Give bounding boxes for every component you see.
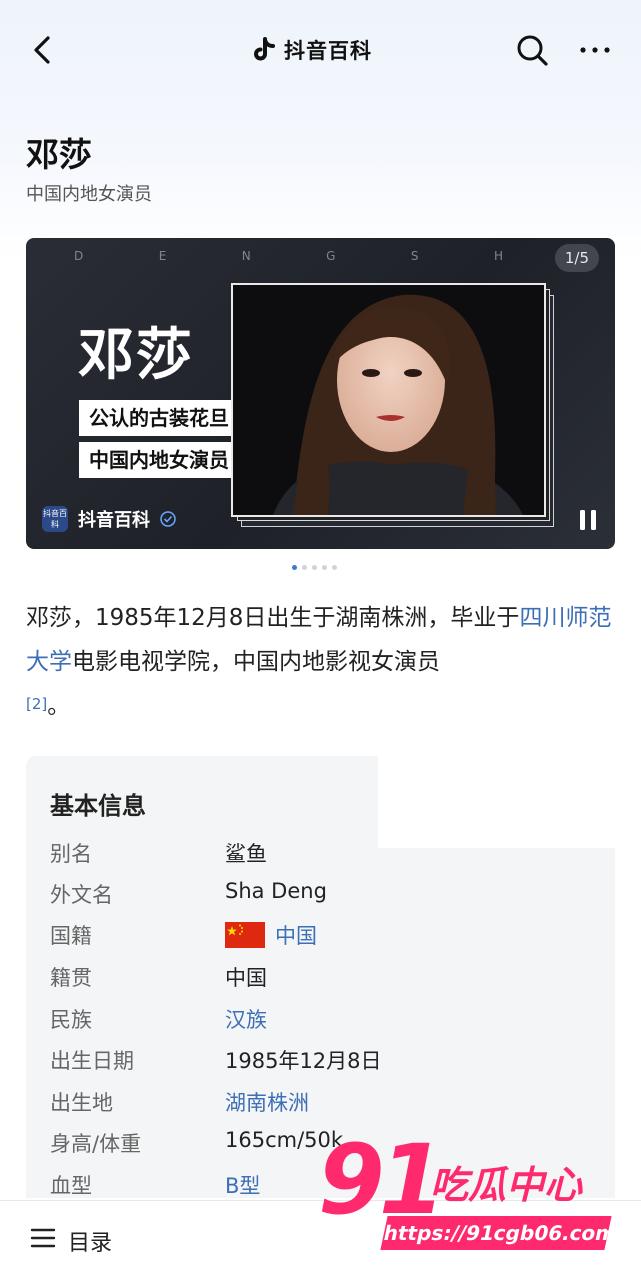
watermark-url: https://91cgb06.com bbox=[380, 1216, 619, 1250]
menu-icon[interactable] bbox=[30, 1227, 56, 1249]
info-key: 别名 bbox=[50, 842, 92, 866]
info-key: 外文名 bbox=[50, 883, 113, 907]
banner-letter: G bbox=[326, 249, 337, 263]
info-row: 国籍 中国 bbox=[50, 920, 610, 956]
brand-name: 抖音百科 bbox=[284, 39, 372, 63]
banner-letter: E bbox=[158, 249, 168, 263]
info-row: 籍贯 中国 bbox=[50, 962, 610, 998]
nationality-link[interactable]: 中国 bbox=[275, 920, 317, 950]
toc-button[interactable]: 目录 bbox=[68, 1225, 112, 1257]
top-nav-bar: 抖音百科 bbox=[0, 0, 641, 100]
info-row: 出生地 湖南株洲 bbox=[50, 1087, 610, 1123]
ethnicity-link[interactable]: 汉族 bbox=[225, 1004, 267, 1034]
intro-text-end: 。 bbox=[47, 693, 71, 719]
search-icon[interactable] bbox=[512, 30, 552, 70]
baike-logo-icon: 抖音百科 bbox=[42, 506, 68, 532]
watermark: 91 吃瓜中心 https://91cgb06.com bbox=[318, 1124, 619, 1252]
portrait-illustration bbox=[233, 285, 544, 515]
carousel-dot-active bbox=[292, 565, 297, 570]
banner-source-label: 抖音百科 bbox=[78, 510, 150, 531]
info-key: 身高/体重 bbox=[50, 1132, 142, 1156]
banner-letter: S bbox=[410, 249, 420, 263]
carousel-indicator bbox=[292, 565, 337, 570]
verified-icon bbox=[160, 511, 176, 527]
info-key: 出生日期 bbox=[50, 1049, 134, 1073]
carousel-dot bbox=[322, 565, 327, 570]
banner-letter: D bbox=[74, 249, 85, 263]
info-box-title: 基本信息 bbox=[50, 791, 146, 820]
carousel-dot bbox=[312, 565, 317, 570]
banner-name: 邓莎 bbox=[78, 322, 194, 388]
carousel-dot bbox=[302, 565, 307, 570]
page-title: 邓莎 bbox=[26, 135, 92, 174]
pause-icon[interactable] bbox=[576, 508, 600, 532]
banner-letter: N bbox=[241, 249, 252, 263]
info-value: 鲨鱼 bbox=[225, 842, 267, 866]
china-flag-icon bbox=[225, 922, 265, 948]
banner-letter: H bbox=[493, 249, 504, 263]
info-key: 籍贯 bbox=[50, 966, 92, 990]
banner-letters: D E N G S H bbox=[74, 249, 504, 263]
douyin-logo-icon bbox=[254, 37, 275, 61]
back-arrow-icon[interactable] bbox=[24, 30, 60, 70]
info-key: 出生地 bbox=[50, 1091, 113, 1115]
watermark-text: 吃瓜中心 bbox=[430, 1163, 583, 1207]
carousel-counter: 1/5 bbox=[554, 244, 599, 272]
info-value-link[interactable]: 中国 bbox=[225, 920, 317, 950]
info-key: 民族 bbox=[50, 1008, 92, 1032]
reference-link[interactable]: [2] bbox=[26, 695, 47, 713]
info-key: 国籍 bbox=[50, 924, 92, 948]
banner-tag: 中国内地女演员 bbox=[79, 442, 239, 478]
brand-title: 抖音百科 bbox=[252, 32, 372, 68]
banner-tag: 公认的古装花旦 bbox=[79, 400, 239, 436]
banner-source: 抖音百科 抖音百科 bbox=[42, 506, 176, 532]
info-row: 民族 汉族 bbox=[50, 1004, 610, 1040]
blood-type-link[interactable]: B型 bbox=[225, 1170, 260, 1200]
info-row: 出生日期 1985年12月8日 bbox=[50, 1045, 610, 1081]
birthplace-link[interactable]: 湖南株洲 bbox=[225, 1087, 309, 1117]
carousel-dot bbox=[332, 565, 337, 570]
more-options-icon[interactable] bbox=[575, 30, 615, 70]
portrait-photo bbox=[231, 283, 546, 517]
page-subtitle: 中国内地女演员 bbox=[26, 184, 152, 205]
info-value: 1985年12月8日 bbox=[225, 1049, 382, 1073]
info-key: 血型 bbox=[50, 1174, 92, 1198]
info-row: 外文名 Sha Deng bbox=[50, 879, 610, 915]
intro-text: 邓莎，1985年12月8日出生于湖南株洲，毕业于 bbox=[26, 605, 520, 631]
intro-paragraph: 邓莎，1985年12月8日出生于湖南株洲，毕业于四川师范大学电影电视学院，中国内… bbox=[26, 596, 616, 728]
info-value: 中国 bbox=[225, 966, 267, 990]
intro-text: 电影电视学院，中国内地影视女演员 bbox=[72, 649, 440, 675]
info-row: 别名 鲨鱼 bbox=[50, 838, 610, 874]
info-value: Sha Deng bbox=[225, 879, 327, 903]
image-carousel[interactable]: D E N G S H 1/5 邓莎 公认的古装花旦 中国内地女演员 抖音百科 … bbox=[26, 238, 615, 549]
